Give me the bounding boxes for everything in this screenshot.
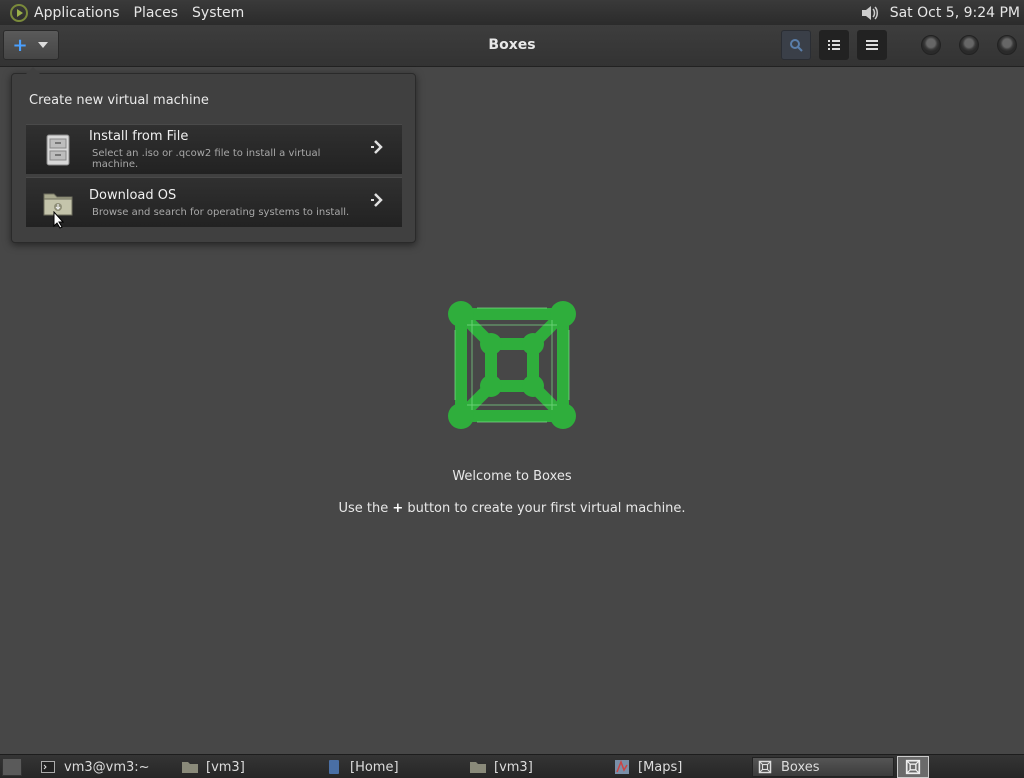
menu-button[interactable] [857,30,887,60]
download-os-label: Download OS [89,188,368,203]
task-label: [vm3] [206,760,245,775]
folder-icon [182,760,198,774]
search-icon [789,38,803,52]
boxes-icon [757,760,773,774]
folder-icon [470,760,486,774]
go-forward-icon [368,192,390,213]
download-os-description: Browse and search for operating systems … [92,207,368,218]
maps-icon [614,760,630,774]
mouse-cursor-icon [53,211,65,229]
task-label: Boxes [781,760,820,775]
welcome-hint: Use the + button to create your first vi… [0,501,1024,516]
applications-menu[interactable]: Applications [34,5,120,21]
task-folder-vm3[interactable]: [vm3] [178,757,316,777]
minimize-button[interactable] [921,35,941,55]
install-from-file-item[interactable]: Install from File Select an .iso or .qco… [26,124,402,174]
hint-text-before: Use the [338,501,392,516]
task-boxes[interactable]: Boxes [752,757,894,777]
boxes-logo-icon [447,300,577,430]
download-os-item[interactable]: Download OS Browse and search for operat… [26,177,402,227]
clock[interactable]: Sat Oct 5, 9:24 PM [890,5,1020,21]
show-desktop-icon[interactable] [2,758,22,776]
hint-text-after: button to create your first virtual mach… [403,501,685,516]
places-menu[interactable]: Places [134,5,179,21]
task-label: [vm3] [494,760,533,775]
text-editor-icon [326,760,342,774]
maximize-button[interactable] [959,35,979,55]
hamburger-icon [865,39,879,51]
task-label: vm3@vm3:~ [64,760,150,775]
new-vm-popover: Create new virtual machine Install from … [11,73,416,243]
task-label: [Maps] [638,760,682,775]
top-panel: Applications Places System Sat Oct 5, 9:… [0,0,1024,25]
taskbar: vm3@vm3:~ [vm3] [Home] [vm3] [Maps] Boxe… [0,754,1024,778]
close-button[interactable] [997,35,1017,55]
task-terminal[interactable]: vm3@vm3:~ [36,757,172,777]
task-maps[interactable]: [Maps] [610,757,748,777]
popover-title: Create new virtual machine [29,93,209,108]
volume-icon[interactable] [860,4,880,22]
file-cabinet-icon [43,134,73,166]
install-from-file-label: Install from File [89,129,368,144]
list-view-button[interactable] [819,30,849,60]
install-from-file-description: Select an .iso or .qcow2 file to install… [92,148,368,170]
workspace-switcher[interactable] [897,756,929,778]
distro-logo-icon[interactable] [10,4,28,22]
task-folder-vm3-2[interactable]: [vm3] [466,757,604,777]
go-forward-icon [368,139,390,160]
terminal-icon [40,760,56,774]
task-label: [Home] [350,760,399,775]
header-bar: + Boxes [0,25,1024,67]
system-menu[interactable]: System [192,5,244,21]
welcome-heading: Welcome to Boxes [0,469,1024,484]
search-button[interactable] [781,30,811,60]
list-icon [827,39,841,51]
boxes-icon [905,759,921,775]
hint-plus: + [392,501,403,516]
task-home[interactable]: [Home] [322,757,460,777]
